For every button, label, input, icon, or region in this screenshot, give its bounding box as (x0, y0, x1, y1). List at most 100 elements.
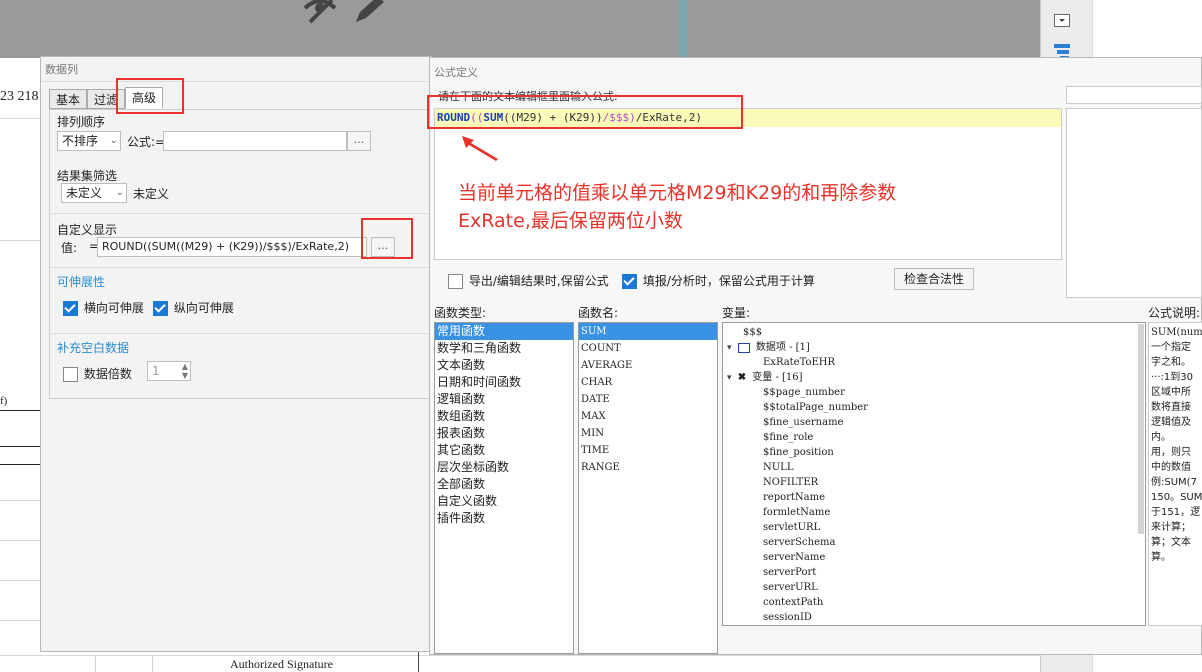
custom-display-title: 自定义显示 (57, 223, 118, 237)
data-multiple-value: 1 (152, 364, 160, 378)
formula-dialog: 公式定义 请在下面的文本编辑框里面输入公式: ROUND((SUM((M29) … (429, 57, 1202, 655)
data-multiple-checkbox[interactable]: 数据倍数 (63, 365, 132, 382)
func-name-list[interactable]: SUM COUNT AVERAGE CHAR DATE MAX MIN TIME… (578, 322, 718, 654)
tree-row-var[interactable]: NULL (723, 460, 1145, 475)
tab-basic[interactable]: 基本 (49, 89, 88, 109)
tree-row-data-child[interactable]: ExRateToEHR (723, 355, 1145, 370)
description-line: 区域中所 (1151, 387, 1191, 398)
tree-row-var[interactable]: serverSchema (723, 535, 1145, 550)
description-line: 算；文本 (1151, 537, 1191, 548)
hide-icon[interactable] (302, 0, 338, 24)
func-type-item[interactable]: 常用函数 (435, 323, 573, 340)
collapse-icon[interactable]: ▾ (727, 343, 732, 353)
export-keep-formula-label: 导出/编辑结果时,保留公式 (468, 274, 609, 288)
func-type-item[interactable]: 全部函数 (435, 476, 573, 493)
check-validity-button[interactable]: 检查合法性 (894, 268, 974, 290)
tree-root-label: $$$ (743, 327, 763, 338)
description-line: 例:SUM(7 (1151, 477, 1197, 488)
chevron-down-icon: ⌄ (109, 135, 118, 146)
tree-row-var[interactable]: NOFILTER (723, 475, 1145, 490)
description-scrollbar[interactable] (1138, 324, 1144, 534)
tree-row-var[interactable]: $fine_position (723, 445, 1145, 460)
value-label: 值: (61, 241, 78, 255)
func-type-item[interactable]: 插件函数 (435, 510, 573, 527)
func-type-item[interactable]: 日期和时间函数 (435, 374, 573, 391)
func-name-item[interactable]: DATE (579, 391, 717, 408)
tree-row-var[interactable]: servletURL (723, 520, 1145, 535)
func-type-item[interactable]: 自定义函数 (435, 493, 573, 510)
func-name-item[interactable]: CHAR (579, 374, 717, 391)
expand-section-title: 可伸展性 (57, 275, 106, 289)
tree-row-vars[interactable]: ▾ ✖ 变量 - [16] (723, 370, 1145, 385)
description-line: 内。 (1151, 432, 1171, 443)
fill-keep-formula-label: 填报/分析时，保留公式用于计算 (642, 274, 815, 288)
sort-section-title: 排列顺序 (57, 115, 106, 129)
func-type-list[interactable]: 常用函数 数学和三角函数 文本函数 日期和时间函数 逻辑函数 数组函数 报表函数… (434, 322, 574, 654)
func-type-item[interactable]: 数学和三角函数 (435, 340, 573, 357)
edit-icon[interactable] (352, 0, 386, 24)
sort-select[interactable]: 不排序 ⌄ (57, 131, 121, 151)
sheet-row-numbers: 23 218 (0, 89, 39, 104)
formula-dialog-title: 公式定义 (434, 66, 478, 79)
data-multiple-stepper[interactable]: 1 ▲ ▼ (147, 361, 191, 381)
tree-row-var[interactable]: serverName (723, 550, 1145, 565)
description-label: 公式说明: (1148, 306, 1201, 320)
func-type-item[interactable]: 数组函数 (435, 408, 573, 425)
canvas-divider (678, 0, 688, 58)
highlight-advanced-tab (116, 78, 184, 114)
func-type-item[interactable]: 文本函数 (435, 357, 573, 374)
horizontal-expand-label: 横向可伸展 (83, 301, 144, 315)
func-name-item[interactable]: MIN (579, 425, 717, 442)
sheet-paren-fragment: f) (0, 395, 8, 407)
panel-toggle-icon[interactable] (1054, 14, 1070, 27)
tree-row-var[interactable]: serverURL (723, 580, 1145, 595)
formula-label: 公式:= (127, 135, 166, 149)
description-line: 数将直接 (1151, 402, 1191, 413)
fill-keep-formula-checkbox[interactable]: 填报/分析时，保留公式用于计算 (622, 272, 815, 289)
fill-section-title: 补充空白数据 (57, 341, 130, 355)
tree-row-var[interactable]: $fine_role (723, 430, 1145, 445)
data-column-dialog-title: 数据列 (45, 63, 78, 76)
func-name-item[interactable]: RANGE (579, 459, 717, 476)
checkbox-unchecked-icon (63, 367, 78, 382)
func-name-item[interactable]: SUM (579, 323, 717, 340)
func-name-item[interactable]: MAX (579, 408, 717, 425)
func-name-item[interactable]: AVERAGE (579, 357, 717, 374)
tree-row-data-items[interactable]: ▾ 数据项 - [1] (723, 340, 1145, 355)
description-line: 逻辑值及 (1151, 417, 1191, 428)
tree-row-var[interactable]: $$page_number (723, 385, 1145, 400)
func-type-item[interactable]: 层次坐标函数 (435, 459, 573, 476)
tree-row-var[interactable]: reportName (723, 490, 1145, 505)
annotation-line1: 当前单元格的值乘以单元格M29和K29的和再除参数 (458, 182, 897, 204)
tree-row-var[interactable]: serverPort (723, 565, 1145, 580)
variable-tree[interactable]: $$$ ▾ 数据项 - [1] ExRateToEHR ▾ ✖ 变量 - [16… (722, 322, 1146, 626)
highlight-formula-button (361, 218, 413, 259)
stepper-arrows-icon[interactable]: ▲ ▼ (182, 362, 188, 380)
vertical-expand-checkbox[interactable]: 纵向可伸展 (153, 299, 234, 316)
custom-display-input[interactable]: ROUND((SUM((M29) + (K29))/$$$)/ExRate,2) (97, 237, 367, 257)
sort-formula-button[interactable]: ... (347, 131, 371, 151)
func-name-item[interactable]: TIME (579, 442, 717, 459)
filter-select[interactable]: 未定义 ⌄ (61, 183, 127, 203)
func-type-item[interactable]: 逻辑函数 (435, 391, 573, 408)
description-header-box (1066, 86, 1202, 104)
export-keep-formula-checkbox[interactable]: 导出/编辑结果时,保留公式 (448, 272, 609, 289)
horizontal-expand-checkbox[interactable]: 横向可伸展 (63, 299, 144, 316)
sort-select-value: 不排序 (62, 134, 99, 148)
checkbox-checked-icon (153, 301, 168, 316)
tree-row-var[interactable]: sessionID (723, 610, 1145, 625)
func-type-item[interactable]: 报表函数 (435, 425, 573, 442)
sort-formula-input[interactable] (163, 131, 347, 151)
description-line: 算。 (1151, 552, 1171, 563)
func-type-item[interactable]: 其它函数 (435, 442, 573, 459)
filter-text: 未定义 (133, 187, 170, 201)
tree-row-var[interactable]: contextPath (723, 595, 1145, 610)
tree-row-var[interactable]: $fine_username (723, 415, 1145, 430)
tree-row-var[interactable]: $$totalPage_number (723, 400, 1145, 415)
description-panel: SUM(numb 一个指定 字之和。 ···:1到30 区域中所 数将直接 逻辑… (1148, 322, 1202, 626)
func-name-item[interactable]: COUNT (579, 340, 717, 357)
tree-row-root[interactable]: $$$ (723, 325, 1145, 340)
chevron-down-icon: ⌄ (115, 187, 124, 198)
tree-row-var[interactable]: formletName (723, 505, 1145, 520)
collapse-icon[interactable]: ▾ (727, 373, 732, 383)
